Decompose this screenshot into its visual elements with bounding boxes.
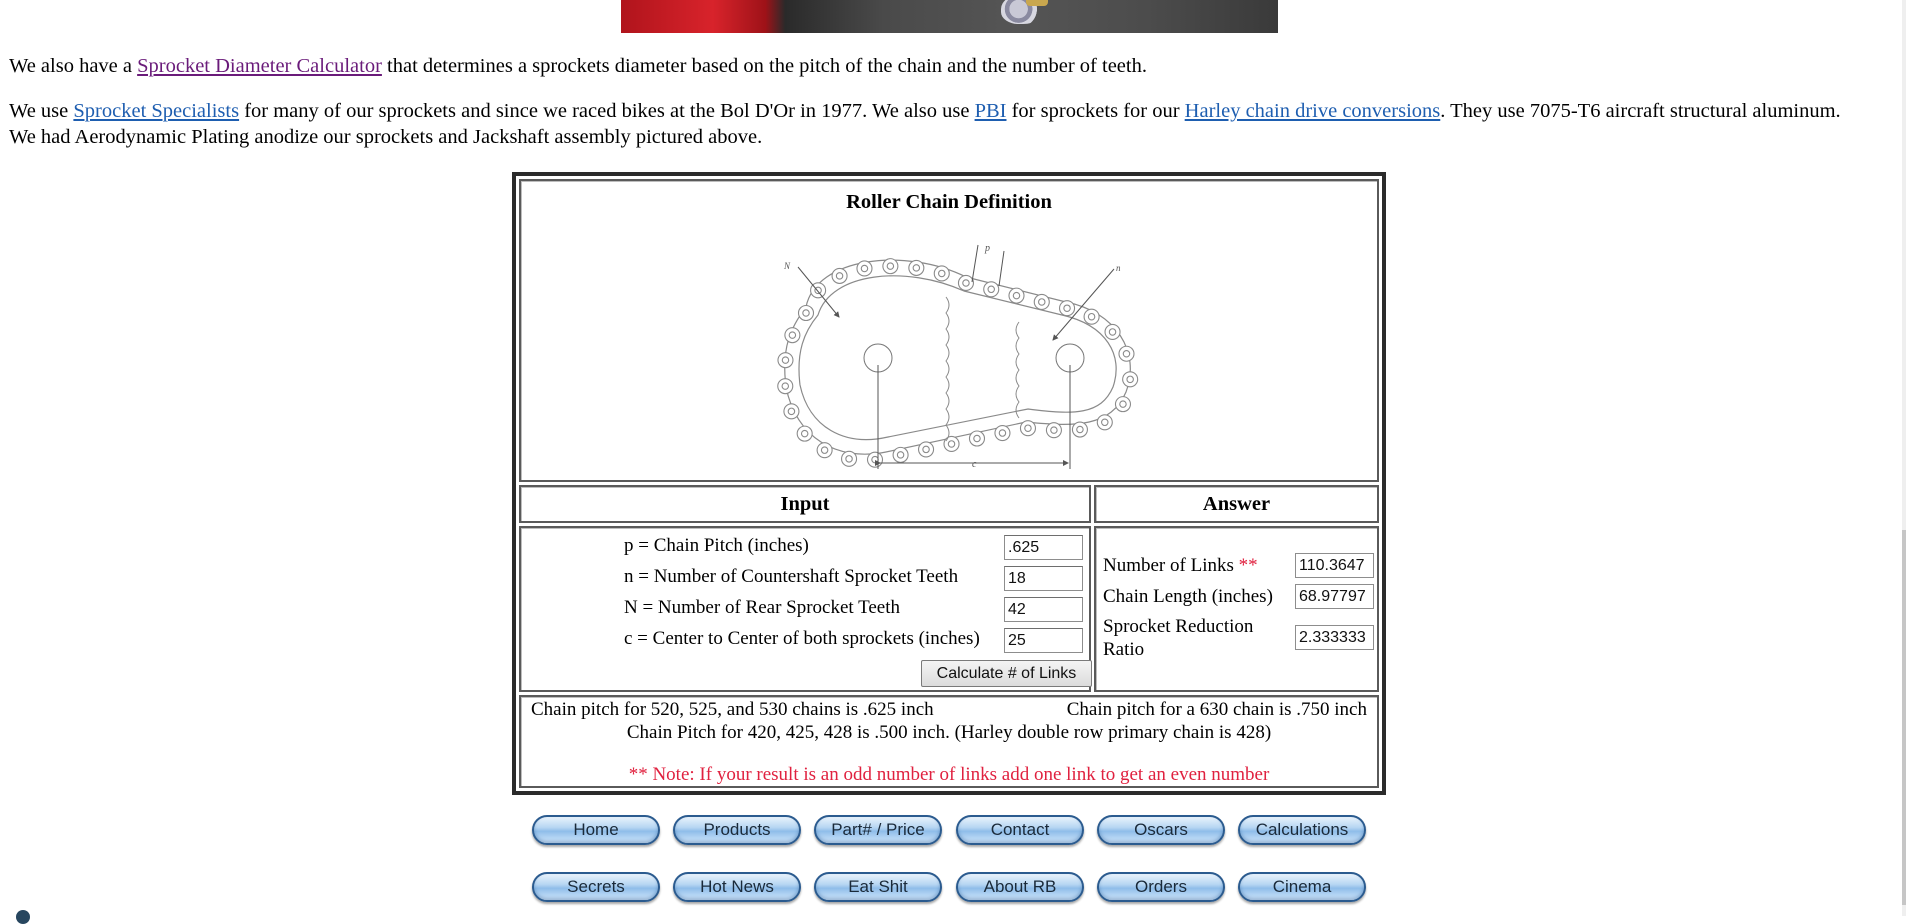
chain-roller-pin: [998, 429, 1007, 437]
reduction-ratio-label: Sprocket Reduction Ratio: [1103, 616, 1254, 660]
sprocket-specialists-link[interactable]: Sprocket Specialists: [73, 100, 239, 122]
nav-oscars-button[interactable]: Oscars: [1097, 815, 1225, 845]
chain-roller-pin: [1012, 291, 1021, 300]
nav-orders-button[interactable]: Orders: [1097, 872, 1225, 902]
chain-roller-pin: [1126, 375, 1134, 384]
corner-widget-icon: [16, 910, 30, 924]
paragraph-text: We use: [9, 100, 74, 122]
chain-roller-pin: [871, 455, 879, 464]
chain-roller-pin: [845, 455, 853, 463]
center-distance-input[interactable]: 25: [1004, 628, 1083, 653]
chain-roller-pin: [912, 264, 921, 272]
sprocket-diameter-calculator-link[interactable]: Sprocket Diameter Calculator: [137, 55, 382, 77]
number-of-links-text: Number of Links: [1103, 555, 1234, 576]
countershaft-teeth-label: n = Number of Countershaft Sprocket Teet…: [624, 566, 959, 587]
chain-roller-pin: [1119, 400, 1127, 408]
chain-roller-pin: [1024, 424, 1032, 432]
answer-cell: Number of Links ** 110.3647 Chain Length…: [1094, 526, 1379, 692]
chain-roller-pin: [886, 262, 895, 270]
chain-roller-pin: [835, 272, 844, 280]
pbi-link[interactable]: PBI: [975, 100, 1007, 122]
reduction-ratio-output[interactable]: 2.333333: [1295, 625, 1374, 650]
number-of-links-label: Number of Links **: [1103, 554, 1258, 577]
input-header-cell: Input: [519, 485, 1091, 523]
input-header: Input: [780, 493, 830, 515]
note-750-pitch: Chain pitch for a 630 chain is .750 inch: [1066, 699, 1367, 720]
nav-part-price-button[interactable]: Part# / Price: [814, 815, 942, 845]
chain-roller-pin: [787, 407, 796, 416]
chain-roller-pin: [973, 434, 981, 443]
chain-roller-pin: [802, 309, 810, 317]
nav-about-rb-button[interactable]: About RB: [956, 872, 1084, 902]
chain-roller-pin: [781, 382, 790, 390]
notes-cell: Chain pitch for 520, 525, and 530 chains…: [519, 695, 1379, 788]
chain-roller-pin: [962, 279, 970, 287]
note-625-pitch: Chain pitch for 520, 525, and 530 chains…: [531, 699, 934, 720]
odd-links-warning: ** Note: If your result is an odd number…: [628, 764, 1270, 785]
chain-roller-pin: [922, 445, 930, 454]
header-photo: [621, 0, 1278, 33]
chain-roller-pin: [1076, 425, 1084, 434]
nav-calculations-button[interactable]: Calculations: [1238, 815, 1366, 845]
chain-roller-pin: [860, 264, 869, 273]
paragraph-text: for sprockets for our: [1006, 100, 1185, 122]
scrollbar-thumb[interactable]: [1902, 530, 1906, 905]
chain-roller-pin: [781, 356, 790, 364]
chain-roller-pin: [1108, 328, 1117, 336]
diagram-cell: Roller Chain Definition N n p c: [519, 179, 1379, 482]
note-500-pitch: Chain Pitch for 420, 425, 428 is .500 in…: [626, 722, 1272, 743]
calculate-links-button[interactable]: Calculate # of Links: [921, 660, 1092, 687]
nav-secrets-button[interactable]: Secrets: [532, 872, 660, 902]
nav-contact-button[interactable]: Contact: [956, 815, 1084, 845]
input-cell: p = Chain Pitch (inches) .625 n = Number…: [519, 526, 1092, 692]
label-N: N: [783, 261, 791, 271]
number-of-links-output[interactable]: 110.3647: [1295, 553, 1374, 578]
chain-rollers: [777, 258, 1139, 468]
nav-cinema-button[interactable]: Cinema: [1238, 872, 1366, 902]
roller-chain-diagram: N n p c: [777, 243, 1139, 470]
nav-home-button[interactable]: Home: [532, 815, 660, 845]
paragraph-text: that determines a sprockets diameter bas…: [381, 55, 1147, 77]
chain-pitch-label: p = Chain Pitch (inches): [624, 535, 809, 556]
diameter-calculator-paragraph: We also have a Sprocket Diameter Calcula…: [9, 53, 1858, 79]
chain-roller-pin: [938, 269, 946, 278]
paragraph-text: for many of our sprockets and since we r…: [239, 100, 975, 122]
center-distance-label: c = Center to Center of both sprockets (…: [624, 628, 980, 649]
paragraph-text: We also have a: [9, 55, 138, 77]
label-n: n: [1116, 263, 1121, 273]
chain-roller-pin: [1122, 349, 1131, 358]
chain-roller-pin: [1038, 298, 1046, 306]
chain-roller-pin: [800, 429, 809, 438]
rear-teeth-input[interactable]: 42: [1004, 597, 1083, 622]
calculator-title: Roller Chain Definition: [846, 191, 1052, 213]
vertical-scrollbar[interactable]: [1902, 0, 1906, 916]
chain-roller-pin: [1087, 312, 1096, 321]
chain-pitch-input[interactable]: .625: [1004, 535, 1083, 560]
chain-roller-pin: [1063, 304, 1071, 312]
chain-roller-pin: [820, 446, 829, 454]
chain-length-label: Chain Length (inches): [1103, 586, 1273, 607]
rear-teeth-label: N = Number of Rear Sprocket Teeth: [624, 597, 901, 618]
roller-chain-calculator: Roller Chain Definition N n p c Input An…: [512, 172, 1386, 795]
chain-length-output[interactable]: 68.97797: [1295, 584, 1374, 609]
countershaft-teeth-input[interactable]: 18: [1004, 566, 1083, 591]
answer-header: Answer: [1202, 493, 1271, 515]
harley-chain-drive-conversions-link[interactable]: Harley chain drive conversions: [1185, 100, 1441, 122]
sprocket-teeth: [945, 296, 1020, 442]
label-p: p: [984, 243, 990, 254]
suppliers-paragraph: We use Sprocket Specialists for many of …: [9, 98, 1858, 150]
chain-roller-pin: [896, 451, 905, 459]
chain-roller-pin: [987, 285, 995, 294]
note-marker: **: [1238, 555, 1258, 576]
chain-roller-pin: [788, 331, 797, 339]
nav-eat-shit-button[interactable]: Eat Shit: [814, 872, 942, 902]
chain-roller-pin: [947, 440, 956, 448]
label-c: c: [972, 459, 977, 470]
chain-roller-pin: [1101, 418, 1109, 427]
answer-header-cell: Answer: [1094, 485, 1379, 523]
chain-roller-pin: [1050, 426, 1058, 434]
chain-clip-icon: [1026, 0, 1048, 6]
nav-hot-news-button[interactable]: Hot News: [673, 872, 801, 902]
nav-products-button[interactable]: Products: [673, 815, 801, 845]
